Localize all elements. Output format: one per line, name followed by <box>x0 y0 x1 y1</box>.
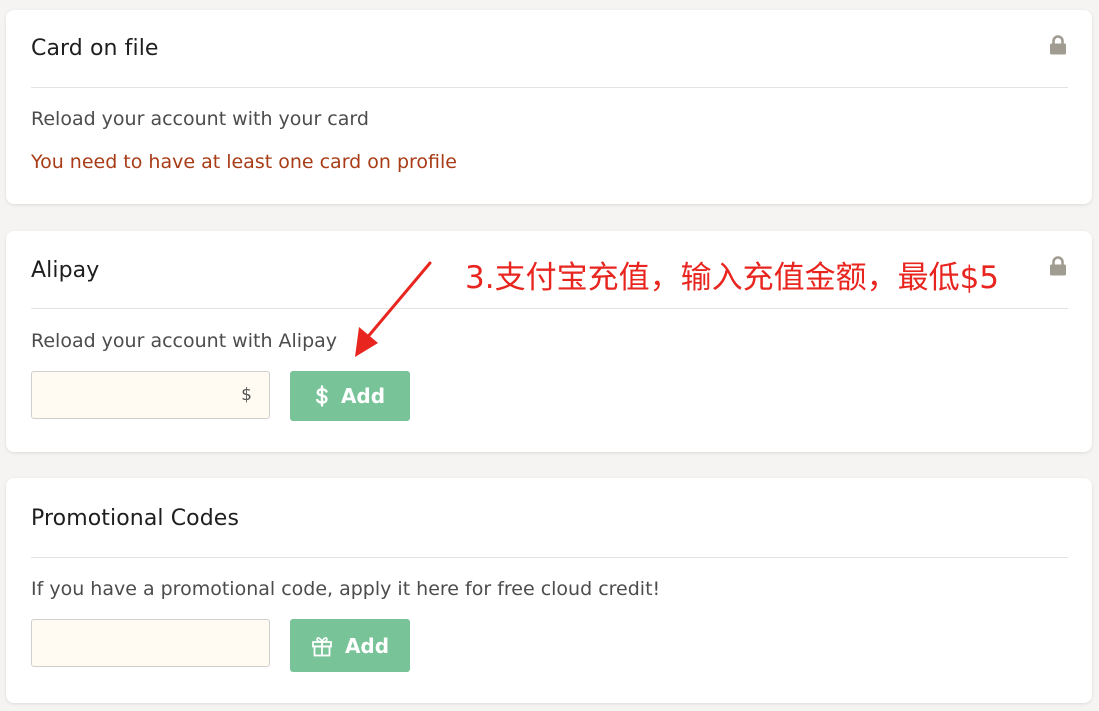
promotional-description: If you have a promotional code, apply it… <box>31 578 661 600</box>
lock-icon <box>1050 35 1066 55</box>
alipay-divider <box>31 308 1068 309</box>
annotation-text: 3.支付宝充值，输入充值金额，最低$5 <box>465 260 1000 296</box>
promotional-divider <box>31 557 1068 558</box>
promo-add-label: Add <box>344 633 390 658</box>
alipay-add-label: Add <box>340 384 386 408</box>
currency-suffix: $ <box>241 385 252 405</box>
card-on-file-title: Card on file <box>31 36 159 61</box>
gift-icon <box>311 635 333 657</box>
dollar-icon <box>315 385 329 407</box>
alipay-description: Reload your account with Alipay <box>31 330 338 352</box>
alipay-amount-input[interactable]: $ <box>31 371 270 419</box>
card-on-file-divider <box>31 87 1068 88</box>
promotional-codes-panel: Promotional Codes If you have a promotio… <box>6 478 1092 703</box>
card-on-file-warning: You need to have at least one card on pr… <box>31 151 457 173</box>
billing-page: Card on file Reload your account with yo… <box>0 0 1099 711</box>
alipay-add-button[interactable]: Add <box>290 371 410 421</box>
alipay-title: Alipay <box>31 258 100 283</box>
promotional-codes-title: Promotional Codes <box>31 506 240 531</box>
card-on-file-panel: Card on file Reload your account with yo… <box>6 10 1092 204</box>
promo-code-input[interactable] <box>31 619 270 667</box>
lock-icon <box>1050 256 1066 276</box>
promo-add-button[interactable]: Add <box>290 619 410 672</box>
annotation-arrow-icon <box>355 261 432 357</box>
card-on-file-description: Reload your account with your card <box>31 108 369 130</box>
